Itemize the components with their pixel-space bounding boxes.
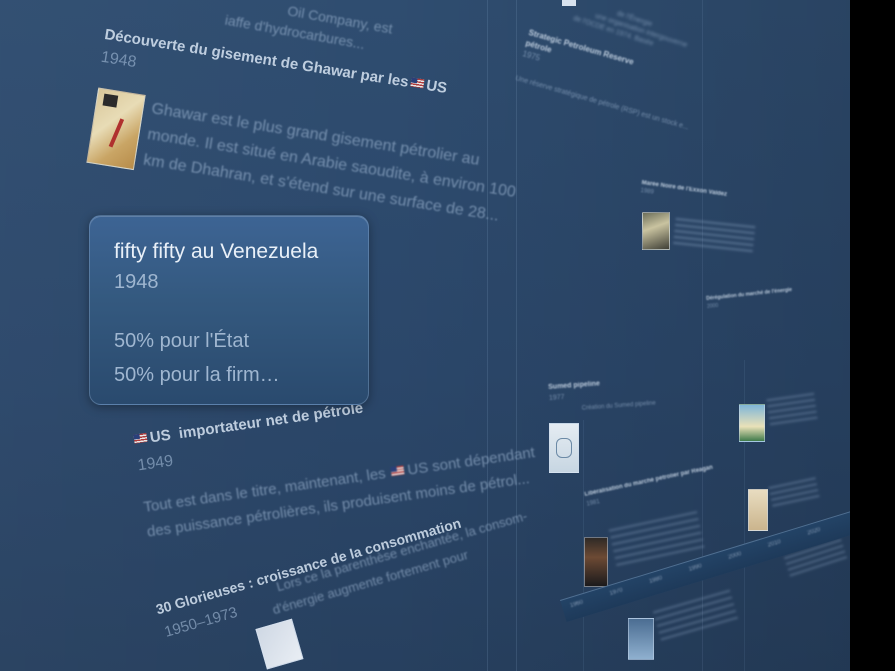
photo-thumbnail-icon	[628, 618, 654, 660]
photo-thumbnail-icon	[562, 0, 576, 6]
popup-title: fifty fifty au Venezuela	[114, 240, 319, 263]
map-thumbnail-icon	[549, 423, 579, 473]
portrait-thumbnail-icon	[584, 537, 608, 587]
timeline-tick: 1960	[569, 599, 584, 610]
popup-text-line: 50% pour l'État	[114, 330, 250, 352]
photo-thumbnail-icon	[739, 404, 765, 442]
timeline-wall[interactable]: Oil Company, est iaffe d'hydrocarbures..…	[0, 0, 850, 671]
timeline-tick: 2020	[806, 526, 822, 537]
popup-text-line: 50% pour la firm…	[114, 364, 280, 386]
us-flag-icon	[409, 77, 425, 89]
timeline-tick: 1990	[688, 563, 703, 573]
timeline-tick: 2000	[727, 551, 743, 561]
timeline-tick: 2010	[767, 539, 782, 549]
map-thumbnail-icon	[86, 87, 146, 171]
map-thumbnail-icon	[748, 489, 768, 531]
us-flag-icon	[390, 465, 406, 477]
popup-year: 1948	[114, 271, 159, 293]
us-flag-icon	[133, 432, 148, 444]
event-year: 1948	[99, 48, 138, 72]
event-year: 1949	[136, 452, 175, 475]
event-popup[interactable]: fifty fifty au Venezuela 1948 50% pour l…	[89, 215, 369, 405]
photo-thumbnail-icon	[642, 212, 670, 250]
timeline-tick: 1980	[648, 575, 664, 585]
timeline-tick: 1970	[608, 587, 624, 598]
